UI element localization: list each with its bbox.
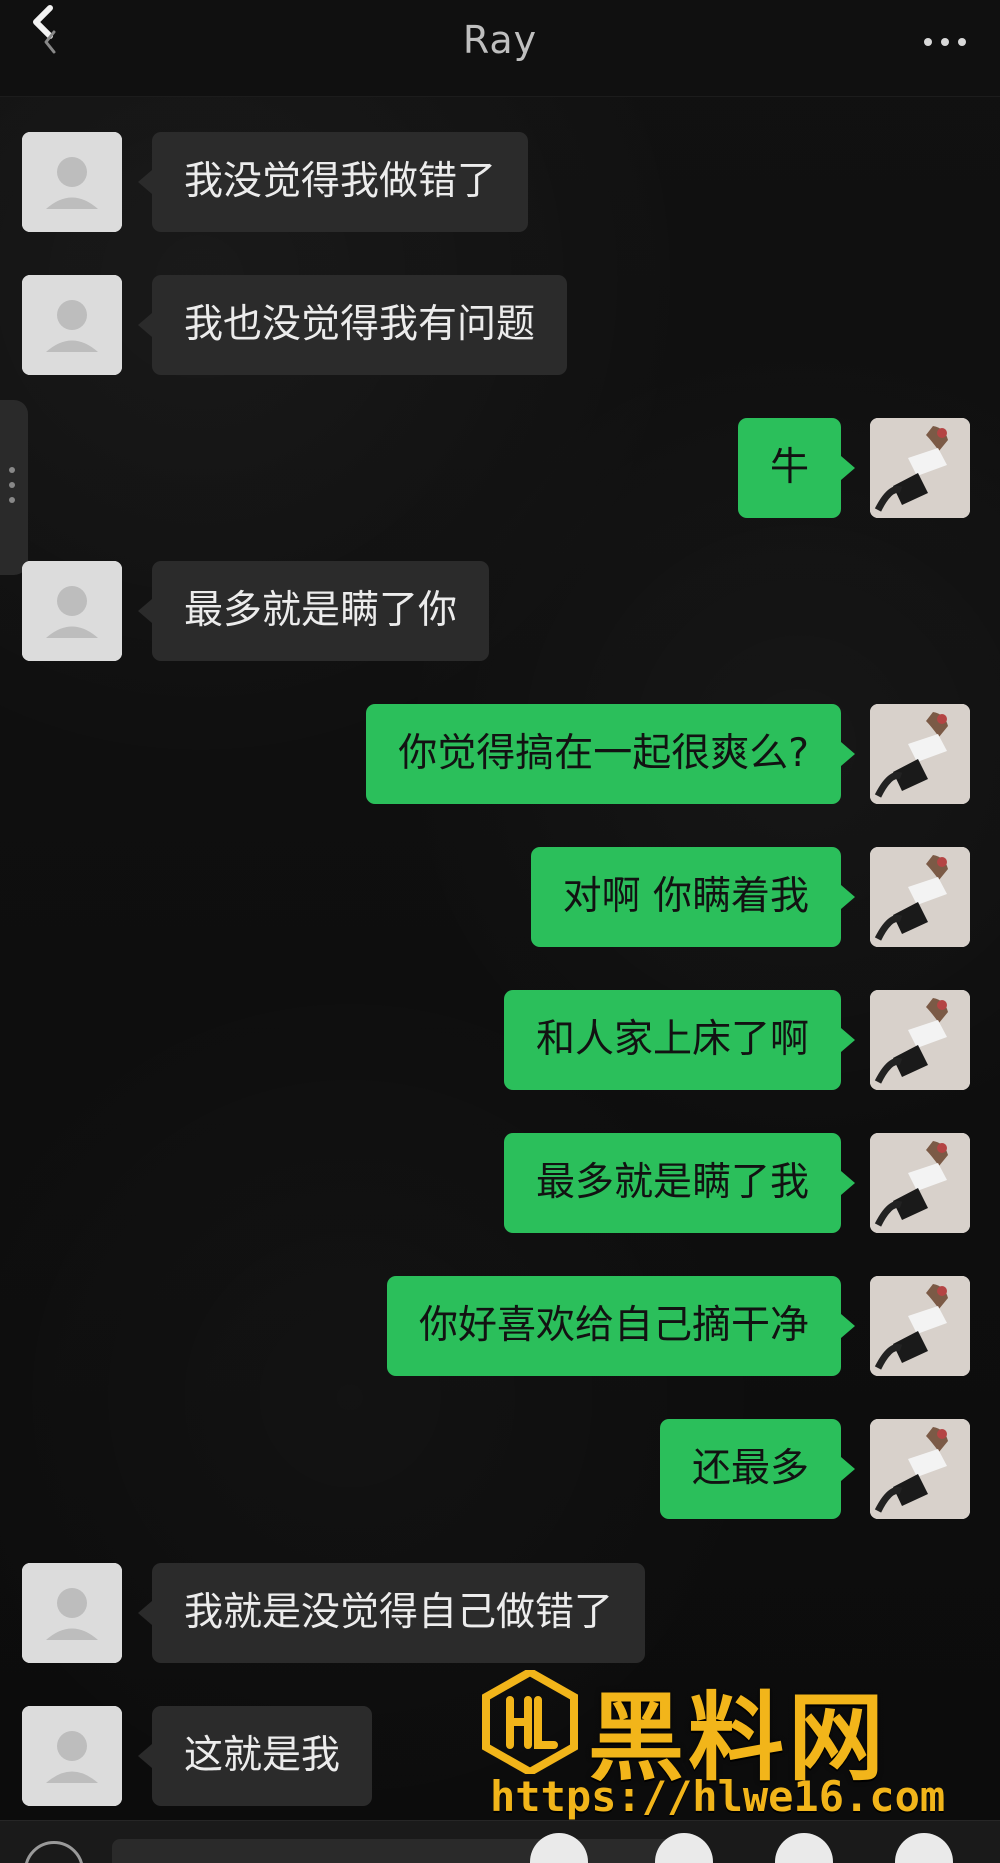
profile-photo-icon <box>870 1276 970 1376</box>
message-bubble[interactable]: 最多就是瞒了我 <box>503 1133 856 1233</box>
message-input[interactable] <box>112 1839 702 1863</box>
message-bubble[interactable]: 这就是我 <box>137 1706 373 1806</box>
message-row: 最多就是瞒了你 <box>0 561 1000 661</box>
avatar[interactable] <box>22 561 122 661</box>
watermark-logo <box>480 1667 580 1777</box>
user-avatar[interactable] <box>870 418 970 518</box>
user-avatar[interactable] <box>870 1419 970 1519</box>
message-row: 牛 <box>0 418 1000 518</box>
message-bubble[interactable]: 和人家上床了啊 <box>503 990 856 1090</box>
watermark: 黑料网 https://hlwe16.com <box>480 1667 980 1821</box>
avatar[interactable] <box>22 132 122 232</box>
profile-photo-icon <box>870 1133 970 1233</box>
user-avatar[interactable] <box>870 1133 970 1233</box>
profile-photo-icon <box>870 418 970 518</box>
voice-button[interactable] <box>24 1841 84 1863</box>
message-row: 你好喜欢给自己摘干净 <box>0 1276 1000 1376</box>
default-avatar-icon <box>22 1563 122 1663</box>
more-icon <box>924 38 966 46</box>
hl-logo-icon <box>482 1667 578 1777</box>
message-row: 我就是没觉得自己做错了 <box>0 1563 1000 1663</box>
message-row: 我也没觉得我有问题 <box>0 275 1000 375</box>
input-bar <box>0 1820 1000 1863</box>
profile-photo-icon <box>870 847 970 947</box>
message-row: 我没觉得我做错了 <box>0 132 1000 232</box>
profile-photo-icon <box>870 1419 970 1519</box>
message-bubble[interactable]: 你好喜欢给自己摘干净 <box>386 1276 856 1376</box>
message-row: 你觉得搞在一起很爽么? <box>0 704 1000 804</box>
default-avatar-icon <box>22 1706 122 1806</box>
chat-title: Ray <box>462 18 538 62</box>
message-bubble[interactable]: 最多就是瞒了你 <box>137 561 490 661</box>
message-row: 最多就是瞒了我 <box>0 1133 1000 1233</box>
watermark-url: https://hlwe16.com <box>490 1772 946 1821</box>
emoji-button[interactable] <box>775 1833 833 1863</box>
avatar[interactable] <box>22 1706 122 1806</box>
user-avatar[interactable] <box>870 704 970 804</box>
message-bubble[interactable]: 牛 <box>737 418 856 518</box>
user-avatar[interactable] <box>870 990 970 1090</box>
message-bubble[interactable]: 还最多 <box>659 1419 856 1519</box>
default-avatar-icon <box>22 132 122 232</box>
default-avatar-icon <box>22 561 122 661</box>
avatar[interactable] <box>22 1563 122 1663</box>
top-bar: Ray <box>0 0 1000 97</box>
message-bubble[interactable]: 我就是没觉得自己做错了 <box>137 1563 646 1663</box>
message-bubble[interactable]: 我也没觉得我有问题 <box>137 275 568 375</box>
message-bubble[interactable]: 我没觉得我做错了 <box>137 132 529 232</box>
message-row: 和人家上床了啊 <box>0 990 1000 1090</box>
user-avatar[interactable] <box>870 847 970 947</box>
chat-screen: Ray 我没觉得我做错了 我也没觉得我有问题 牛 最多就是瞒了你 你觉得搞在一起… <box>0 0 1000 1863</box>
profile-photo-icon <box>870 704 970 804</box>
profile-photo-icon <box>870 990 970 1090</box>
avatar[interactable] <box>22 275 122 375</box>
user-avatar[interactable] <box>870 1276 970 1376</box>
message-bubble[interactable]: 对啊 你瞒着我 <box>530 847 856 947</box>
message-row: 还最多 <box>0 1419 1000 1519</box>
more-button[interactable] <box>920 28 970 56</box>
menu-button[interactable] <box>895 1833 953 1863</box>
share-button[interactable] <box>655 1833 713 1863</box>
quote-button[interactable] <box>530 1833 588 1863</box>
message-bubble[interactable]: 你觉得搞在一起很爽么? <box>366 704 855 804</box>
message-row: 对啊 你瞒着我 <box>0 847 1000 947</box>
default-avatar-icon <box>22 275 122 375</box>
